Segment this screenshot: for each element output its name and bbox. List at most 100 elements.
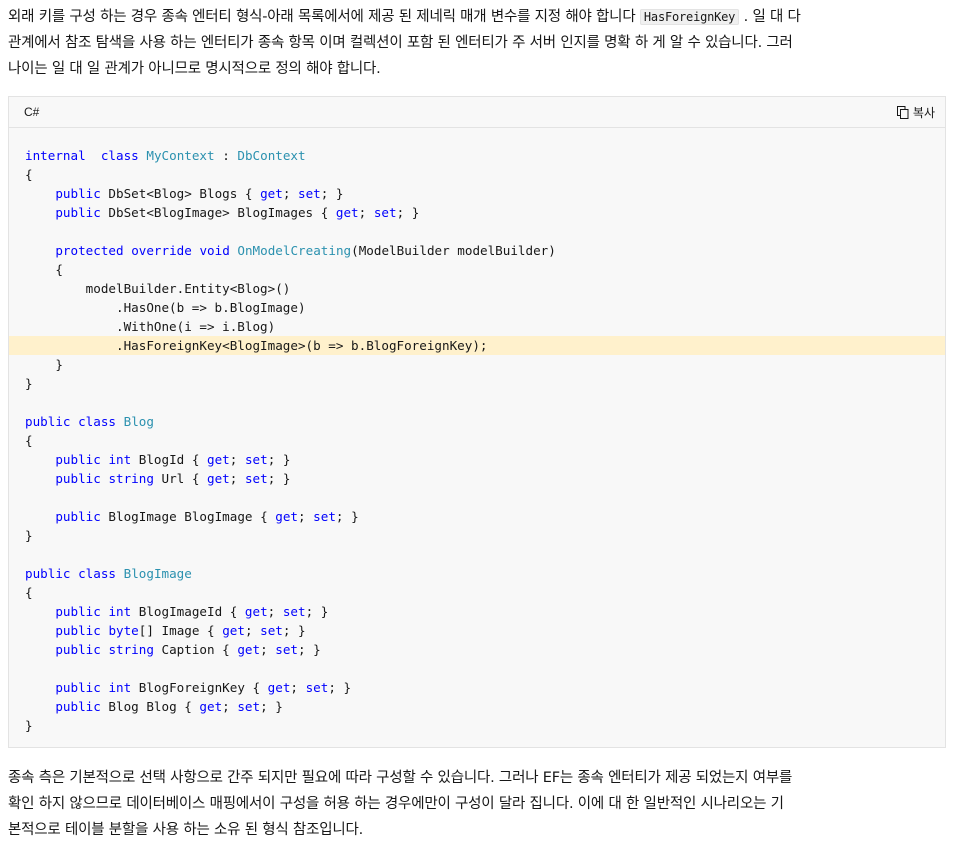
code-token: ; } (282, 623, 306, 638)
code-token: get (207, 471, 230, 486)
outro-line-3: 본적으로 테이블 분할을 사용 하는 소유 된 형식 참조입니다. (8, 822, 364, 838)
code-token: ; (358, 205, 374, 220)
code-token: Caption { (153, 642, 238, 657)
code-token: set (298, 186, 321, 201)
code-line: { (9, 260, 945, 279)
intro-line-1: 외래 키를 구성 하는 경우 종속 엔터티 형식-아래 목록에서에 제공 된 제… (8, 4, 948, 30)
code-token: public (55, 623, 101, 638)
code-token: } (25, 528, 33, 543)
code-token: BlogImage (123, 566, 192, 581)
code-token: void (199, 243, 230, 258)
outro-paragraph: 종속 측은 기본적으로 선택 사항으로 간주 되지만 필요에 따라 구성할 수 … (8, 765, 948, 843)
code-token: internal (25, 148, 86, 163)
inline-code-hasforeignkey: HasForeignKey (639, 9, 740, 25)
code-token: set (244, 471, 268, 486)
code-line: public class Blog (9, 412, 945, 431)
code-token: set (244, 452, 268, 467)
code-token: public (25, 566, 71, 581)
code-line: .HasOne(b => b.BlogImage) (9, 298, 945, 317)
code-block: C# 복사 internal class MyContext : DbConte… (8, 96, 946, 748)
code-token: OnModelCreating (237, 243, 352, 258)
code-line: public Blog Blog { get; set; } (9, 697, 945, 716)
outro-line-2: 확인 하지 않으므로 데이터베이스 매핑에서이 구성을 허용 하는 경우에만이 … (8, 796, 784, 812)
code-token: override (131, 243, 192, 258)
intro-line-2: 관계에서 참조 탐색을 사용 하는 엔터티가 종속 항목 이며 컬렉션이 포함 … (8, 35, 793, 51)
code-token: get (267, 680, 291, 695)
code-token: DbSet<BlogImage> BlogImages { (100, 205, 336, 220)
code-token: { (25, 585, 33, 600)
intro-paragraph: 외래 키를 구성 하는 경우 종속 엔터티 형식-아래 목록에서에 제공 된 제… (8, 4, 948, 82)
code-token: DbContext (237, 148, 306, 163)
code-line: public DbSet<BlogImage> BlogImages { get… (9, 203, 945, 222)
code-token: byte (108, 623, 139, 638)
code-language-label: C# (24, 105, 40, 119)
code-token: set (237, 699, 261, 714)
code-token: int (108, 452, 132, 467)
code-token: { (25, 167, 33, 182)
code-line-highlighted: .HasForeignKey<BlogImage>(b => b.BlogFor… (9, 336, 945, 355)
code-token: DbSet<Blog> Blogs { (100, 186, 261, 201)
code-token: .HasForeignKey<BlogImage>(b => b.BlogFor… (25, 338, 488, 353)
code-token: public (55, 642, 101, 657)
code-token: ; } (267, 471, 291, 486)
code-line: } (9, 355, 945, 374)
code-token: public (55, 604, 101, 619)
code-token: ; } (335, 509, 359, 524)
code-token: } (25, 376, 33, 391)
code-line: internal class MyContext : DbContext (9, 146, 945, 165)
code-token: : (214, 148, 238, 163)
code-token: class (78, 414, 117, 429)
code-token: Blog Blog { (100, 699, 200, 714)
code-token: } (25, 718, 33, 733)
code-token: public (55, 699, 101, 714)
code-line: modelBuilder.Entity<Blog>() (9, 279, 945, 298)
copy-button[interactable]: 복사 (896, 103, 935, 122)
code-token: ; (260, 642, 276, 657)
code-token: public (55, 186, 101, 201)
code-token: get (222, 623, 245, 638)
copy-button-label: 복사 (912, 106, 935, 120)
code-line: public int BlogForeignKey { get; set; } (9, 678, 945, 697)
code-token: ; } (298, 642, 321, 657)
copy-icon (896, 106, 909, 119)
code-line: public string Url { get; set; } (9, 469, 945, 488)
code-token: get (335, 205, 359, 220)
code-token: ; } (328, 680, 352, 695)
code-token: set (373, 205, 397, 220)
outro-line-1: 종속 측은 기본적으로 선택 사항으로 간주 되지만 필요에 따라 구성할 수 … (8, 770, 793, 786)
code-line: } (9, 526, 945, 545)
code-token: (ModelBuilder modelBuilder) (351, 243, 556, 258)
code-token: get (244, 604, 268, 619)
code-token: .HasOne(b => b.BlogImage) (25, 300, 306, 315)
code-token: MyContext (146, 148, 215, 163)
code-token: public (55, 680, 101, 695)
code-token: public (55, 205, 101, 220)
code-line: public class BlogImage (9, 564, 945, 583)
code-token: } (25, 357, 63, 372)
code-token: int (108, 680, 132, 695)
code-token: set (305, 680, 329, 695)
code-token: .WithOne(i => i.Blog) (25, 319, 276, 334)
code-token: ; (297, 509, 314, 524)
code-token: set (260, 623, 283, 638)
code-token: Blog (123, 414, 154, 429)
code-line: .WithOne(i => i.Blog) (9, 317, 945, 336)
code-token: ; (229, 452, 245, 467)
code-token: [] Image { (138, 623, 223, 638)
code-token: modelBuilder.Entity<Blog>() (25, 281, 291, 296)
code-token: string (108, 471, 154, 486)
